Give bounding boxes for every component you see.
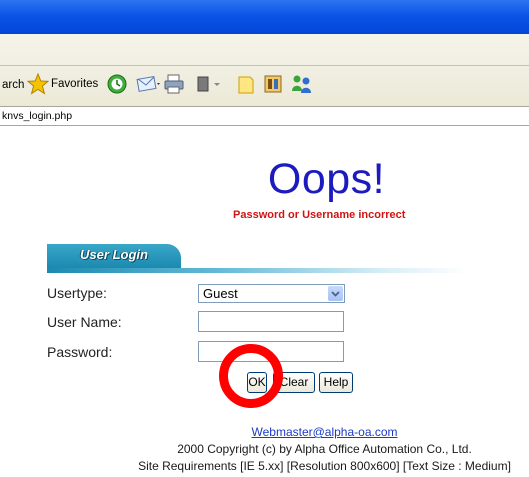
history-icon[interactable]: [106, 73, 128, 95]
highlight-circle: [219, 344, 283, 408]
chevron-down-icon[interactable]: [328, 286, 343, 301]
address-url[interactable]: knvs_login.php: [2, 110, 72, 122]
page-title: Oops!: [267, 155, 386, 203]
footer-email-row: Webmaster@alpha-oa.com: [0, 425, 529, 439]
browser-toolbar: arch Favorites: [0, 34, 529, 106]
usertype-select-value: Guest: [203, 286, 238, 301]
password-label: Password:: [47, 344, 113, 360]
webmaster-email-link[interactable]: Webmaster@alpha-oa.com: [251, 425, 397, 439]
favorites-label: Favorites: [51, 78, 99, 90]
username-label: User Name:: [47, 314, 122, 330]
window-title-bar: [0, 0, 529, 34]
tab-user-login: User Login: [47, 244, 181, 268]
search-button-label[interactable]: arch: [2, 79, 24, 91]
footer-copyright: 2000 Copyright (c) by Alpha Office Autom…: [177, 442, 472, 456]
folder-icon[interactable]: [236, 73, 256, 95]
username-field[interactable]: [198, 311, 344, 332]
edit-icon[interactable]: [196, 73, 210, 95]
usertype-label: Usertype:: [47, 285, 107, 301]
usertype-select[interactable]: Guest: [198, 284, 345, 303]
tab-underline: [47, 268, 467, 273]
tab-user-login-label: User Login: [80, 247, 148, 262]
print-icon[interactable]: [163, 73, 185, 95]
star-icon: [27, 73, 49, 95]
favorites-button[interactable]: Favorites: [27, 72, 98, 96]
media-icon[interactable]: [262, 73, 284, 95]
dropdown-arrow-icon[interactable]: [213, 73, 221, 95]
messenger-icon[interactable]: [290, 73, 314, 95]
help-button[interactable]: Help: [319, 372, 353, 393]
mail-icon[interactable]: [136, 73, 162, 95]
address-bar[interactable]: knvs_login.php: [0, 106, 529, 126]
footer-requirements: Site Requirements [IE 5.xx] [Resolution …: [138, 459, 511, 473]
error-message: Password or Username incorrect: [233, 209, 406, 221]
toolbar-divider: [0, 65, 529, 66]
